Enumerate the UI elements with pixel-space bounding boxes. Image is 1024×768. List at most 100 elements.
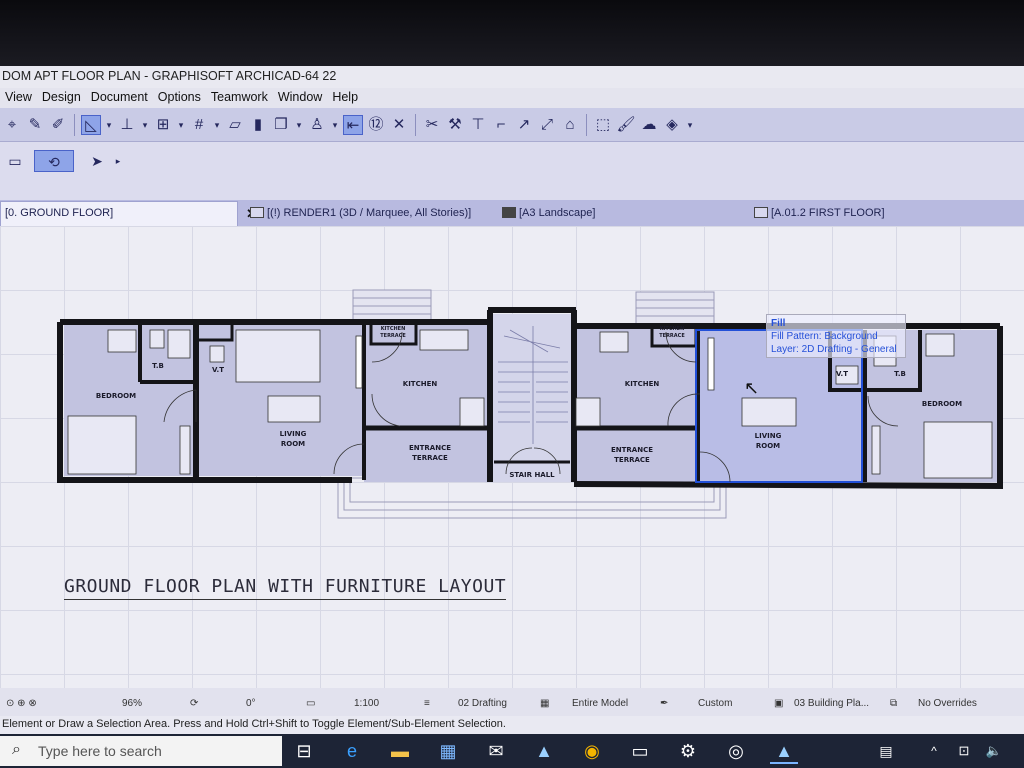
layers-icon[interactable]: ❐ — [271, 115, 291, 135]
chevron-down-icon[interactable]: ▾ — [176, 115, 186, 135]
hammer-icon[interactable]: ⚒ — [445, 115, 465, 135]
chevron-down-icon[interactable]: ▾ — [330, 115, 340, 135]
rotate-icon[interactable]: ⟳ — [190, 698, 198, 709]
archicad-active-icon[interactable]: ▲ — [770, 738, 798, 764]
model-view-option[interactable]: Entire Model — [572, 698, 628, 709]
pen-set[interactable]: Custom — [698, 698, 732, 709]
room-label-terrace: TERRACE — [380, 333, 406, 339]
gravity-icon[interactable]: ⊥ — [117, 115, 137, 135]
tooltip-fill-pattern: Fill Pattern: Background — [771, 331, 878, 342]
room-label-living: LIVING — [280, 430, 307, 438]
arrow-pointer-icon[interactable]: ➤ — [86, 150, 108, 172]
chevron-right-icon[interactable]: ▸ — [112, 150, 124, 172]
room-label-kitchen: KITCHEN — [403, 380, 438, 388]
angle-value[interactable]: 0° — [246, 698, 256, 709]
cloud-icon[interactable]: ☁ — [639, 115, 659, 135]
chevron-down-icon[interactable]: ▾ — [294, 115, 304, 135]
settings-gear-icon[interactable]: ⚙ — [674, 738, 702, 764]
measure-icon[interactable]: ◺ — [81, 114, 101, 135]
media-icon[interactable]: ◎ — [722, 738, 750, 764]
chevron-down-icon[interactable]: ▾ — [140, 115, 150, 135]
dimension-icon[interactable]: ⇤ — [343, 114, 363, 135]
cross-icon[interactable]: ✕ — [389, 115, 409, 135]
zoom-controls-icon[interactable]: ⊙ ⊕ ⊗ — [6, 698, 37, 709]
arrow-select-icon[interactable]: ⌖ — [2, 115, 22, 135]
tab-label: [(!) RENDER1 (3D / Marquee, All Stories)… — [267, 207, 472, 219]
room-label-tb: T.B — [894, 370, 906, 378]
file-explorer-icon[interactable]: ▬ — [386, 738, 414, 764]
select-frame-icon[interactable]: ⬚ — [593, 115, 613, 135]
chevron-up-icon[interactable]: ^ — [920, 738, 948, 764]
chevron-down-icon[interactable]: ▾ — [685, 115, 695, 135]
render-icon[interactable]: ◈ — [662, 115, 682, 135]
task-view-icon[interactable]: ⊟ — [290, 738, 318, 764]
menu-window[interactable]: Window — [273, 90, 327, 108]
extend-icon[interactable]: ⊤ — [468, 115, 488, 135]
room-label-bedroom: BEDROOM — [922, 400, 962, 408]
room-label-kitchen: KITCHEN — [625, 380, 660, 388]
graphic-overrides[interactable]: No Overrides — [918, 698, 977, 709]
scale-value[interactable]: 1:100 — [354, 698, 379, 709]
room-label-terrace: TERRACE — [659, 333, 685, 339]
wall-icon[interactable]: ▮ — [248, 115, 268, 135]
tooltip-layer: Layer: 2D Drafting - General — [771, 344, 897, 355]
resize-icon[interactable]: ⤢ — [537, 115, 557, 135]
layout-icon — [502, 207, 516, 218]
menu-help[interactable]: Help — [327, 90, 363, 108]
main-toolbar: ⌖ ✎ ✐ ◺ ▾ ⊥ ▾ ⊞ ▾ # ▾ ▱ ▮ ❐ ▾ ♙ ▾ ⇤ ⑫ ✕ … — [0, 108, 1024, 142]
menu-design[interactable]: Design — [37, 90, 86, 108]
volume-icon[interactable]: 🔈 — [980, 738, 1008, 764]
network-icon[interactable]: ⊡ — [950, 738, 978, 764]
numbering-icon[interactable]: ⑫ — [366, 115, 386, 135]
tab-label: [A.01.2 FIRST FLOOR] — [771, 207, 885, 219]
room-label-kitchen-terrace: KITCHEN — [381, 326, 406, 332]
room-label-vt: V.T — [836, 370, 848, 378]
drawing-canvas[interactable]: BEDROOM T.B V.T LIVING ROOM KITCHEN TERR… — [0, 226, 1024, 688]
corner-icon[interactable]: ⌐ — [491, 115, 511, 135]
room-label-vt: V.T — [212, 366, 224, 374]
room-label-bedroom: BEDROOM — [96, 392, 136, 400]
orbit-icon[interactable]: ⟲ — [34, 150, 74, 172]
archicad-icon[interactable]: ▲ — [530, 738, 558, 764]
tab-ground-floor[interactable]: [0. GROUND FLOOR] ✕ — [0, 201, 257, 226]
fillet-icon[interactable]: ↗ — [514, 115, 534, 135]
search-placeholder: Type here to search — [38, 743, 162, 759]
mail-icon[interactable]: ✉ — [482, 738, 510, 764]
store-icon[interactable]: ▦ — [434, 738, 462, 764]
brush-icon[interactable]: 🖌 — [616, 115, 636, 135]
separator — [415, 113, 416, 136]
window-title: DOM APT FLOOR PLAN - GRAPHISOFT ARCHICAD… — [0, 66, 1024, 88]
menu-options[interactable]: Options — [153, 90, 206, 108]
tab-a3-landscape[interactable]: [A3 Landscape] — [498, 204, 601, 226]
floor-plan-drawing[interactable]: BEDROOM T.B V.T LIVING ROOM KITCHEN TERR… — [0, 226, 1024, 688]
grid-snap-icon[interactable]: # — [189, 115, 209, 135]
house-icon[interactable]: ⌂ — [560, 115, 580, 135]
computer-icon[interactable]: ▭ — [626, 738, 654, 764]
separator — [74, 113, 75, 136]
notification-icon[interactable]: ▤ — [872, 738, 900, 764]
eyedropper-icon[interactable]: ✎ — [25, 115, 45, 135]
slab-icon[interactable]: ▱ — [225, 115, 245, 135]
zoom-value[interactable]: 96% — [122, 698, 142, 709]
overrides-icon: ⧉ — [890, 698, 898, 709]
menu-document[interactable]: Document — [86, 90, 153, 108]
pan-icon[interactable]: ▭ — [2, 150, 28, 172]
syringe-icon[interactable]: ✐ — [48, 115, 68, 135]
chrome-icon[interactable]: ◉ — [578, 738, 606, 764]
user-icon[interactable]: ♙ — [307, 115, 327, 135]
tab-first-floor[interactable]: [A.01.2 FIRST FLOOR] — [750, 204, 891, 226]
view-icon: ▣ — [774, 698, 784, 709]
layer-combination[interactable]: 02 Drafting — [458, 698, 507, 709]
model-view-options[interactable]: 03 Building Pla... — [794, 698, 869, 709]
plan-title: GROUND FLOOR PLAN WITH FURNITURE LAYOUT — [64, 576, 507, 600]
elevation-icon[interactable]: ⊞ — [153, 115, 173, 135]
taskbar-search[interactable]: ⌕ Type here to search — [0, 736, 282, 766]
chevron-down-icon[interactable]: ▾ — [212, 115, 222, 135]
scissors-icon[interactable]: ✂ — [422, 115, 442, 135]
tab-render1[interactable]: [(!) RENDER1 (3D / Marquee, All Stories)… — [246, 204, 477, 226]
room-label-room: ROOM — [281, 440, 305, 448]
menu-teamwork[interactable]: Teamwork — [206, 90, 273, 108]
edge-browser-icon[interactable]: e — [338, 738, 366, 764]
chevron-down-icon[interactable]: ▾ — [104, 115, 114, 135]
menu-view[interactable]: View — [0, 90, 37, 108]
